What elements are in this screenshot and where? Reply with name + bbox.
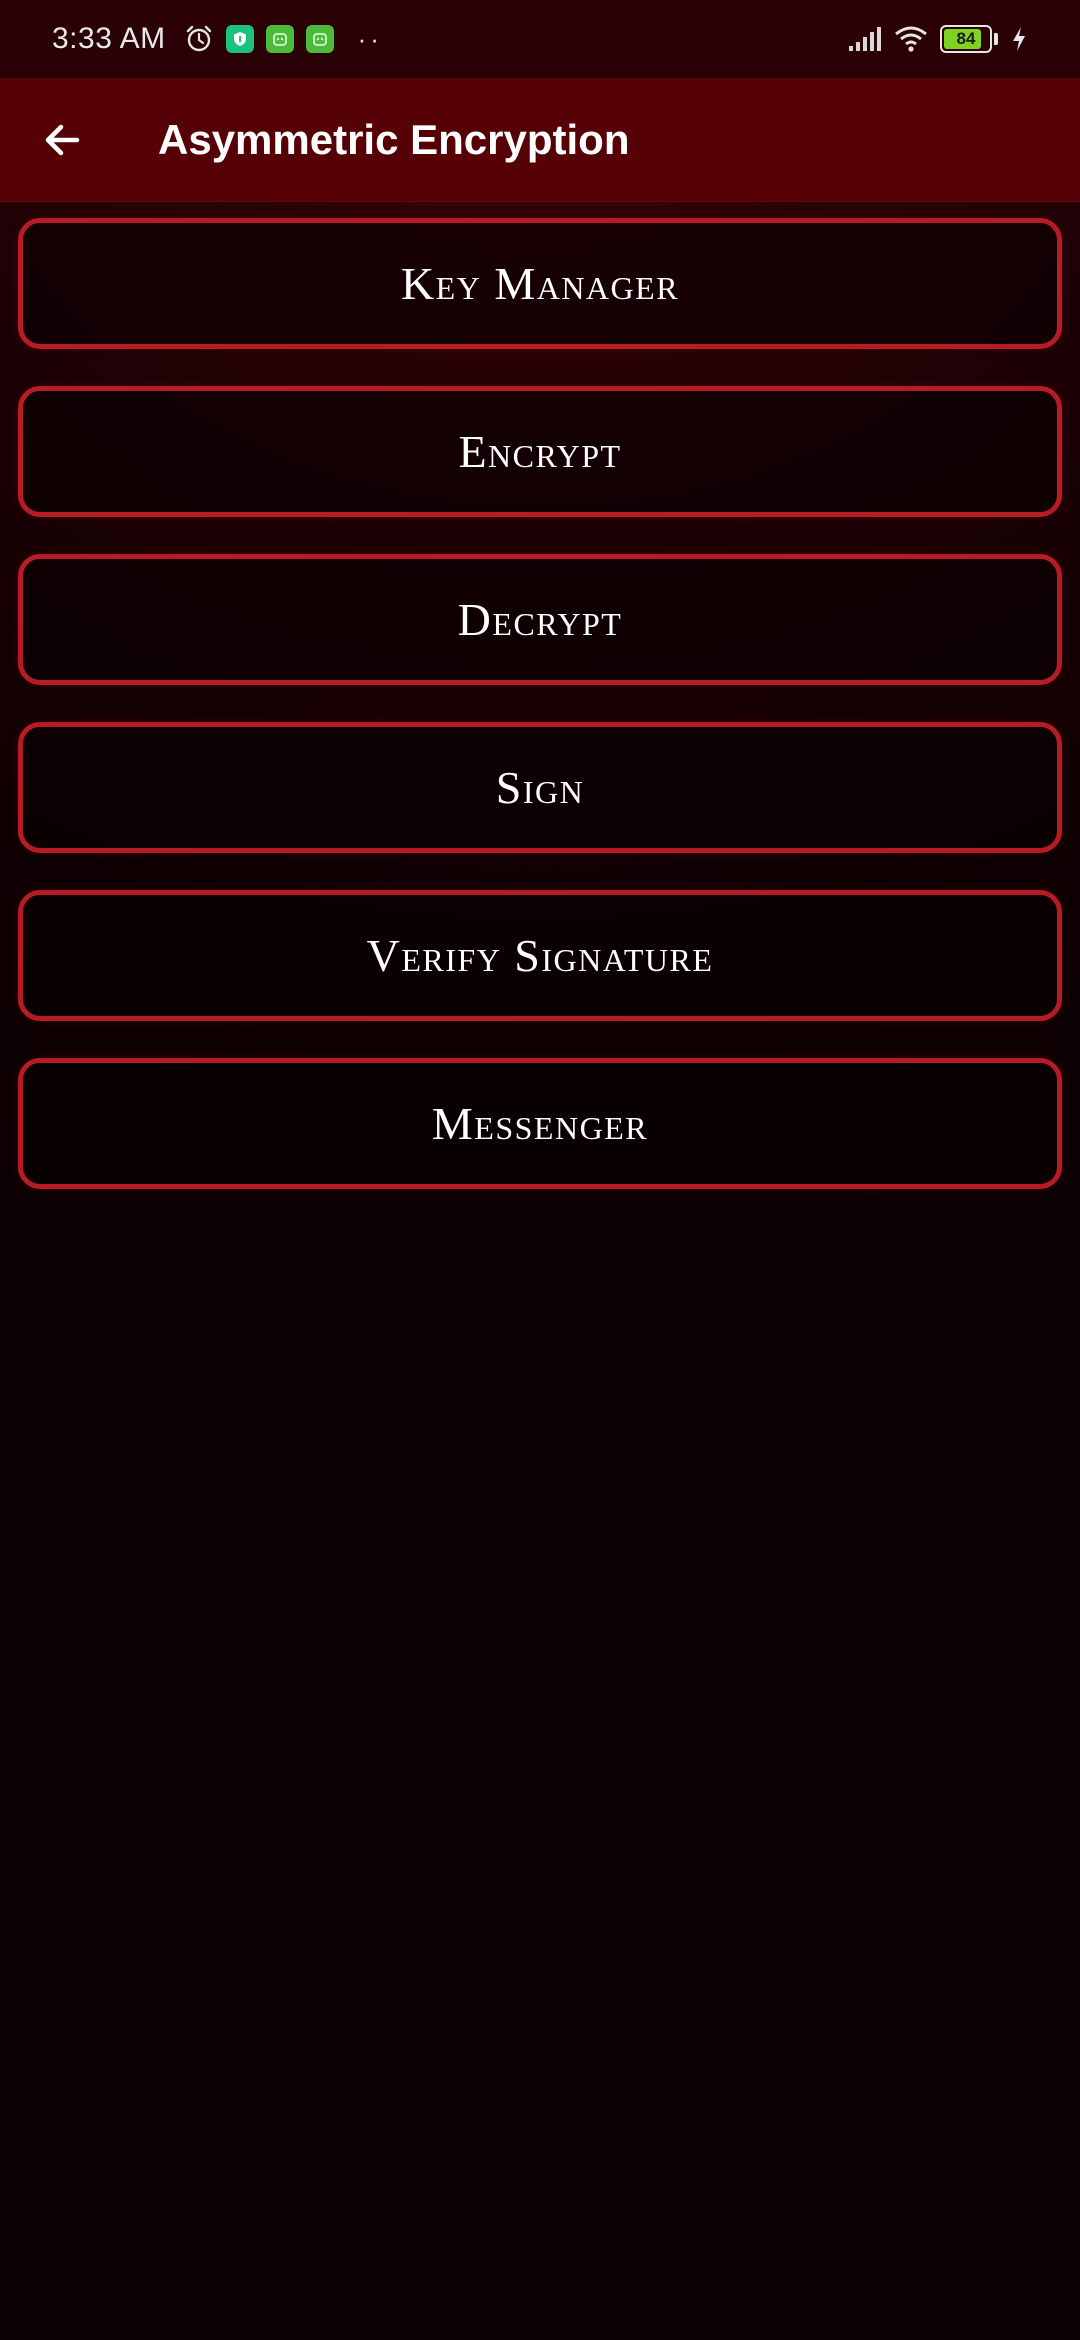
- android-app-icon: [305, 25, 334, 53]
- notification-icons: ··: [184, 24, 383, 55]
- battery-level: 84: [956, 29, 976, 48]
- system-icons: 84: [848, 25, 1028, 53]
- back-button[interactable]: [12, 78, 112, 202]
- menu-list: Key Manager Encrypt Decrypt Sign Verify …: [18, 218, 1062, 1189]
- more-dots-icon: ··: [357, 23, 383, 54]
- sign-button[interactable]: Sign: [18, 722, 1062, 853]
- battery-icon: 84: [940, 25, 992, 53]
- app-bar: Asymmetric Encryption: [0, 78, 1080, 202]
- android-app-icon: [265, 25, 294, 53]
- battery-cap: [994, 33, 998, 45]
- alarm-icon: [186, 25, 211, 52]
- messenger-button[interactable]: Messenger: [18, 1058, 1062, 1189]
- status-bar: 3:33 AM ·· 84: [0, 0, 1080, 78]
- signal-icon: [849, 27, 881, 51]
- page-title: Asymmetric Encryption: [158, 115, 630, 163]
- shield-app-icon: [225, 25, 254, 53]
- battery-indicator: 84: [940, 25, 998, 53]
- decrypt-button[interactable]: Decrypt: [18, 554, 1062, 685]
- wifi-icon: [895, 26, 927, 52]
- charging-icon: [1013, 27, 1025, 51]
- key-manager-button[interactable]: Key Manager: [18, 218, 1062, 349]
- status-time: 3:33 AM: [52, 22, 166, 55]
- encrypt-button[interactable]: Encrypt: [18, 386, 1062, 517]
- arrow-left-icon: [45, 124, 80, 155]
- verify-signature-button[interactable]: Verify Signature: [18, 890, 1062, 1021]
